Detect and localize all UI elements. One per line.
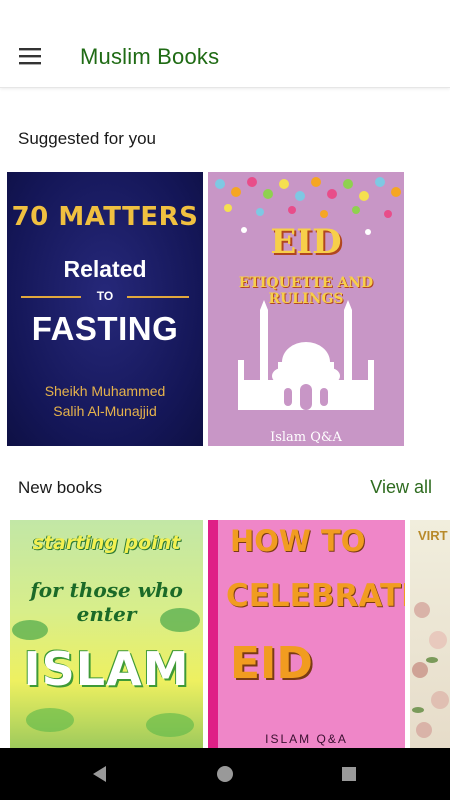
suggested-section-title: Suggested for you [18, 129, 156, 148]
author-line: Sheikh Muhammed [44, 383, 166, 399]
flowers-decoration [412, 602, 449, 738]
cover-publisher: Islam Q&A [270, 430, 342, 445]
author-line: Salih Al-Munajjid [53, 403, 157, 419]
home-circle-icon[interactable] [213, 762, 237, 786]
book-cover-70-matters[interactable]: 70 MATTERS Related TO FASTING Sheikh Muh… [7, 172, 203, 446]
recents-square-icon[interactable] [337, 762, 361, 786]
back-triangle-icon[interactable] [88, 762, 112, 786]
hamburger-menu-icon[interactable] [12, 38, 48, 74]
cover-divider [127, 296, 189, 298]
book-cover-eid-etiquette[interactable]: EID ETIQUETTE AND RULINGS Islam Q&A [208, 172, 404, 446]
book-cover-starting-point[interactable]: starting point for those who enter ISLAM [10, 520, 203, 750]
cover-topic: EID [230, 638, 313, 689]
app-bar: Muslim Books [0, 0, 450, 88]
system-navigation-bar [0, 748, 450, 800]
view-all-link[interactable]: View all [370, 477, 432, 498]
app-title: Muslim Books [80, 44, 220, 69]
cover-title: 70 MATTERS [11, 202, 199, 232]
cover-topic: FASTING [31, 310, 179, 347]
mosque-silhouette [238, 300, 374, 410]
cover-subtitle: Related [63, 256, 147, 282]
leaves-decoration [12, 608, 200, 737]
cover-title: starting point [32, 532, 181, 554]
cover-topic: ISLAM [23, 642, 190, 696]
book-cover-celebrate-eid[interactable]: HOW TO CELEBRATE EID ISLAM Q&A [208, 520, 405, 750]
cover-publisher: ISLAM Q&A [265, 732, 348, 746]
cover-author: Sheikh Muhammed Salih Al-Munajjid [7, 381, 203, 421]
cover-title: EID [270, 222, 342, 262]
book-cover-partial[interactable]: VIRT [410, 520, 450, 750]
new-books-section-title: New books [18, 478, 103, 497]
cover-subtitle: CELEBRATE [226, 578, 405, 614]
cover-title: HOW TO [230, 524, 366, 558]
cover-subtitle: for those who enter [30, 578, 183, 626]
